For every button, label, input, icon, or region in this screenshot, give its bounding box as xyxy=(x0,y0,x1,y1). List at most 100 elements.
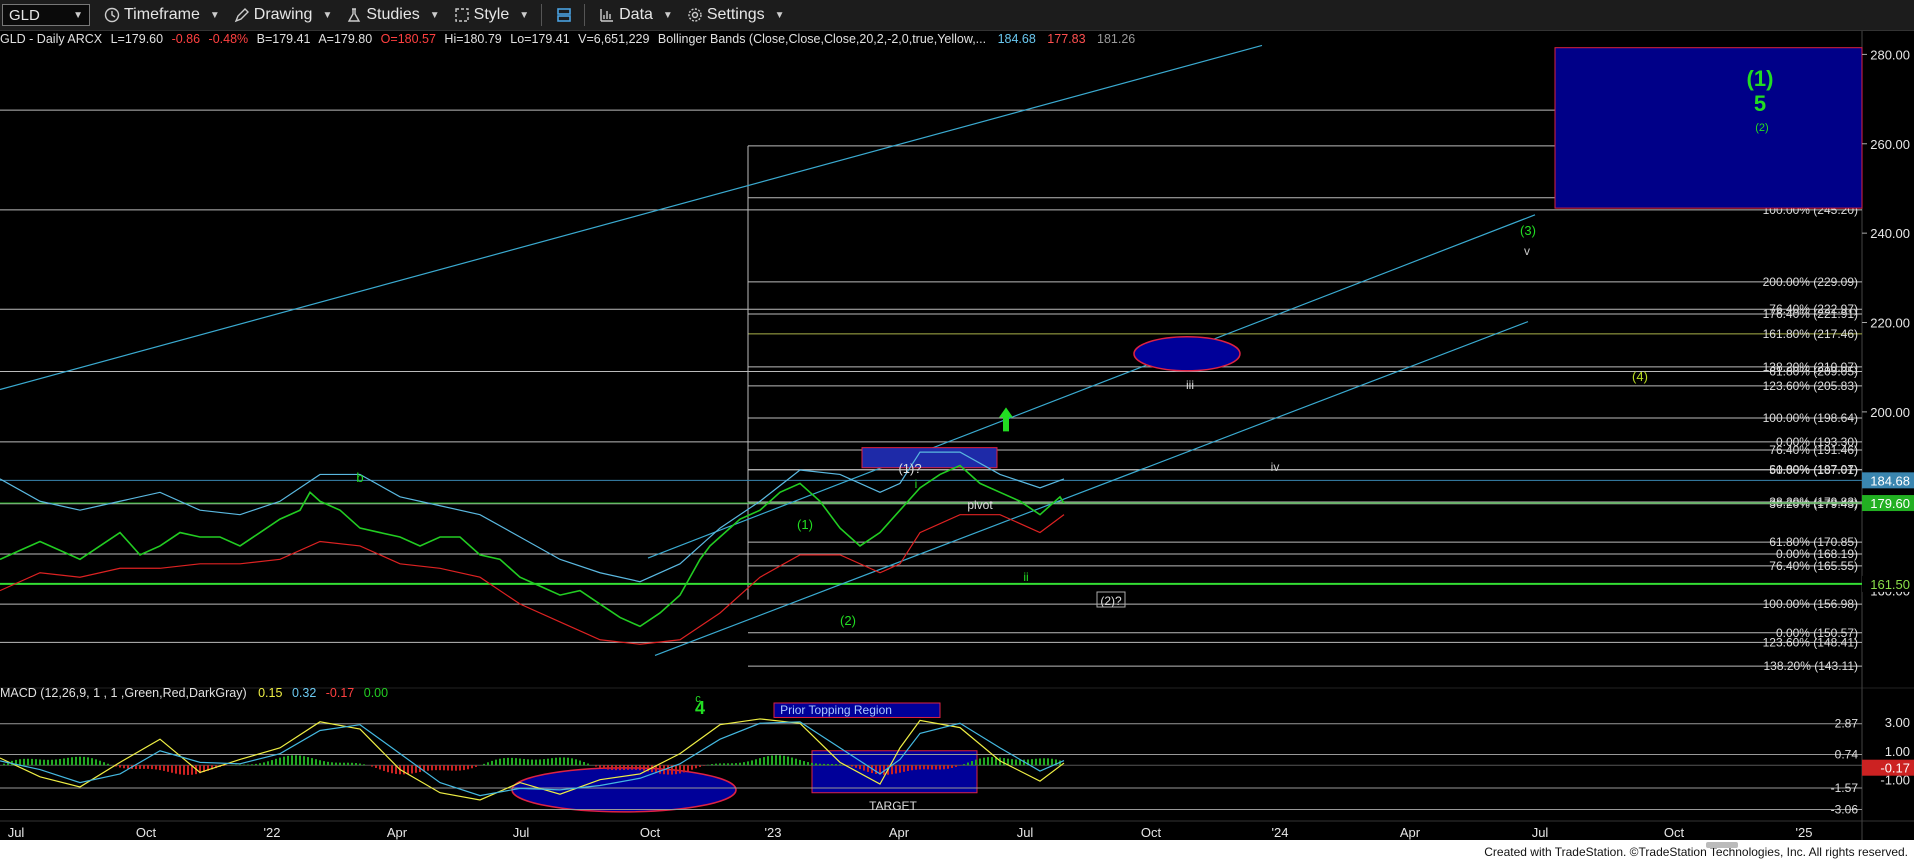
macd-value-1: 0.15 xyxy=(258,686,282,700)
bid-price: B=179.41 xyxy=(257,32,311,46)
fib-level-label: 30.20% (179.43) xyxy=(1769,497,1858,511)
last-price: L=179.60 xyxy=(111,32,164,46)
up-arrow-icon xyxy=(999,407,1013,432)
data-label: Data xyxy=(619,6,653,23)
series-bb-lower xyxy=(0,514,1065,645)
fib-level-label: 138.20% (143.11) xyxy=(1763,659,1858,673)
time-tick-label: Oct xyxy=(640,825,661,840)
wave-label: (4) xyxy=(1632,369,1648,384)
wave-label: (2) xyxy=(1755,122,1768,134)
wave-label: b xyxy=(356,470,363,485)
wave-label: ii xyxy=(1023,570,1028,584)
symbol-input[interactable]: GLD ▼ xyxy=(2,4,90,26)
symbol-value: GLD xyxy=(9,6,40,24)
macd-value-4: 0.00 xyxy=(364,686,388,700)
caret-down-icon: ▼ xyxy=(662,9,673,21)
low-price: Lo=179.41 xyxy=(510,32,569,46)
wave-label: v xyxy=(1524,244,1530,258)
toolbar-divider xyxy=(584,4,586,26)
fib-level-label: 76.40% (165.55) xyxy=(1769,559,1858,573)
footer-copyright: Created with TradeStation. ©TradeStation… xyxy=(1484,844,1908,859)
macd-tick-label: 3.00 xyxy=(1885,715,1910,730)
wave-label: i xyxy=(915,477,918,491)
price-change-pct: -0.48% xyxy=(209,32,249,46)
macd-level-label: 2.87 xyxy=(1835,717,1859,731)
fib-level-label: 161.80% (217.46) xyxy=(1763,327,1858,341)
caret-down-icon: ▼ xyxy=(429,9,440,21)
wave-label: pivot xyxy=(967,498,993,512)
price-tick-label: 280.00 xyxy=(1870,47,1910,62)
bb-upper-value: 184.68 xyxy=(998,32,1036,46)
scrollbar-thumb[interactable] xyxy=(1706,842,1738,848)
price-tick-label: 220.00 xyxy=(1870,316,1910,331)
time-tick-label: Apr xyxy=(889,825,910,840)
time-tick-label: Oct xyxy=(1664,825,1685,840)
macd-level-label: 0.74 xyxy=(1835,748,1859,762)
fib-level-label: 123.60% (148.41) xyxy=(1763,635,1858,649)
time-tick-label: Oct xyxy=(136,825,157,840)
macd-current-label: -0.17 xyxy=(1880,761,1910,776)
panels-button[interactable] xyxy=(556,7,572,23)
caret-down-icon: ▼ xyxy=(774,9,785,21)
fib-level-label: 100.00% (156.98) xyxy=(1763,597,1858,611)
clock-icon xyxy=(104,7,120,23)
fib-level-label: 61.80% (209.05) xyxy=(1769,364,1858,378)
wave-label: (1) xyxy=(1747,66,1774,91)
drawing-menu[interactable]: Drawing ▼ xyxy=(234,6,332,24)
timeframe-menu[interactable]: Timeframe ▼ xyxy=(104,6,220,24)
settings-label: Settings xyxy=(706,6,765,23)
time-tick-label: Apr xyxy=(387,825,408,840)
fib-level-label: 50.00% (187.01) xyxy=(1769,463,1858,477)
target-ellipse xyxy=(1133,336,1241,372)
macd-label: MACD (12,26,9, 1 , 1 ,Green,Red,DarkGray… xyxy=(0,686,247,700)
wave-label: (2)? xyxy=(1100,594,1122,608)
pivot-zone-box xyxy=(861,447,998,469)
studies-menu[interactable]: Studies ▼ xyxy=(346,6,440,24)
target-label: TARGET xyxy=(869,799,917,813)
time-tick-label: '24 xyxy=(1272,825,1289,840)
macd-level-label: -3.06 xyxy=(1831,803,1859,817)
data-menu[interactable]: Data ▼ xyxy=(599,6,673,24)
time-tick-label: Apr xyxy=(1400,825,1421,840)
high-price: Hi=180.79 xyxy=(444,32,501,46)
panels-icon xyxy=(557,8,571,22)
macd-value-2: 0.32 xyxy=(292,686,316,700)
price-marker-label: 184.68 xyxy=(1870,473,1910,488)
pencil-icon xyxy=(234,8,249,23)
time-tick-label: '25 xyxy=(1796,825,1813,840)
wave-label: iii xyxy=(1186,378,1194,392)
volume: V=6,651,229 xyxy=(578,32,649,46)
symbol-info: GLD - Daily ARCX L=179.60 -0.86 -0.48% B… xyxy=(0,32,1135,46)
wave-label: (2) xyxy=(840,613,856,628)
series-close xyxy=(0,464,1065,628)
wave-label: (3) xyxy=(1520,223,1536,238)
time-tick-label: Jul xyxy=(8,825,25,840)
price-tick-label: 200.00 xyxy=(1870,405,1910,420)
price-marker-label: 161.50 xyxy=(1870,577,1910,592)
flask-icon xyxy=(348,8,361,22)
channel-line-upper xyxy=(0,44,1263,391)
dropdown-arrow-icon[interactable]: ▼ xyxy=(73,10,83,21)
settings-menu[interactable]: Settings ▼ xyxy=(687,6,785,24)
price-tick-label: 240.00 xyxy=(1870,226,1910,241)
caret-down-icon: ▼ xyxy=(209,9,220,21)
macd-value-3: -0.17 xyxy=(326,686,355,700)
wave-label: (1) xyxy=(797,517,813,532)
gear-icon xyxy=(688,8,702,22)
toolbar-divider xyxy=(541,4,543,26)
style-menu[interactable]: Style ▼ xyxy=(454,6,529,24)
drawing-label: Drawing xyxy=(253,6,313,23)
footer: Created with TradeStation. ©TradeStation… xyxy=(0,840,1914,863)
fib-level-label: 76.40% (191.46) xyxy=(1769,443,1858,457)
macd-level-label: -1.57 xyxy=(1831,781,1859,795)
timeframe-label: Timeframe xyxy=(124,6,200,23)
bar-chart-icon xyxy=(600,9,614,22)
chart-area[interactable]: 123.60% (267.53)300.00% (259.54)261.80% … xyxy=(0,31,1914,840)
wave-label: c xyxy=(695,693,701,705)
caret-down-icon: ▼ xyxy=(519,9,530,21)
fib-level-label: 100.00% (198.64) xyxy=(1763,411,1858,425)
symbol-info-label: GLD - Daily ARCX xyxy=(0,32,103,46)
open-price: O=180.57 xyxy=(381,32,436,46)
bb-mid-value: 181.26 xyxy=(1097,32,1135,46)
time-tick-label: '23 xyxy=(765,825,782,840)
